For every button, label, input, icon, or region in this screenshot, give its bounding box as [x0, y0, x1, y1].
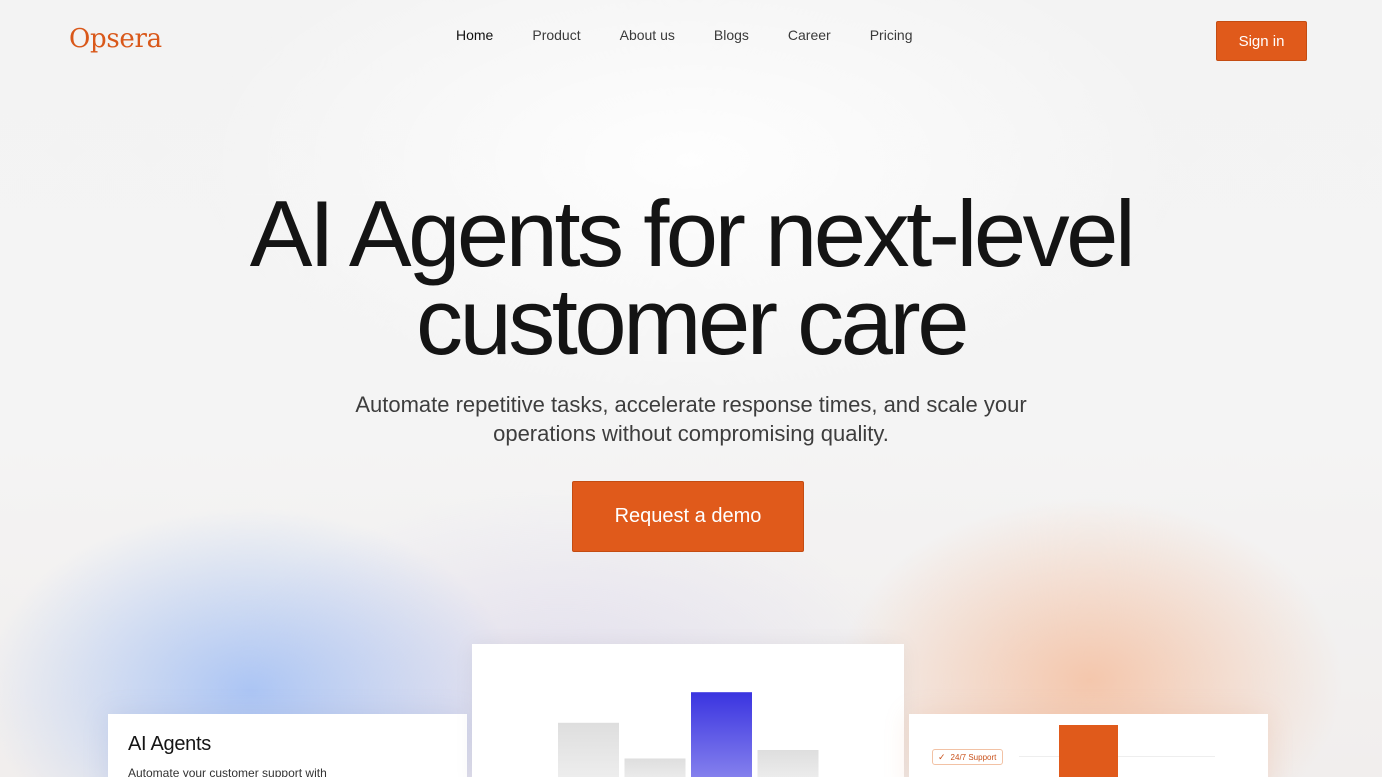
bar-chart — [558, 692, 819, 777]
chart-bar — [624, 758, 686, 777]
hero-subtitle-line-2: operations without compromising quality. — [493, 421, 889, 446]
sign-in-button[interactable]: Sign in — [1216, 21, 1307, 61]
nav-item-home[interactable]: Home — [456, 26, 493, 44]
ai-agents-card: AI Agents Automate your customer support… — [108, 714, 467, 777]
nav-item-career[interactable]: Career — [788, 26, 831, 44]
top-nav: Opsera Home Product About us Blogs Caree… — [0, 0, 1382, 80]
hero-title: AI Agents for next-level customer care — [0, 181, 1382, 374]
check-icon: ✓ — [938, 751, 946, 762]
support-badge-label: 24/7 Support — [950, 752, 997, 762]
nav-item-blogs[interactable]: Blogs — [714, 26, 749, 44]
request-demo-button[interactable]: Request a demo — [572, 481, 804, 552]
chart-bar — [558, 722, 619, 777]
support-badge: ✓ 24/7 Support — [932, 749, 1004, 765]
ai-agents-card-description: Automate your customer support with — [128, 766, 327, 777]
nav-item-product[interactable]: Product — [532, 26, 580, 44]
ai-agents-card-title: AI Agents — [128, 733, 211, 755]
hero-subtitle-line-1: Automate repetitive tasks, accelerate re… — [355, 392, 1027, 417]
hero-subtitle: Automate repetitive tasks, accelerate re… — [0, 390, 1382, 448]
nav-item-pricing[interactable]: Pricing — [870, 26, 913, 44]
hero-title-line-2: customer care — [415, 269, 970, 374]
nav-item-about-us[interactable]: About us — [620, 26, 675, 44]
support-card: ✓ 24/7 Support — [909, 714, 1268, 777]
bar-chart-card — [472, 644, 904, 777]
hero-title-line-1: AI Agents for next-level — [249, 181, 1136, 286]
orange-bar — [1059, 725, 1118, 777]
brand-logo[interactable]: Opsera — [69, 24, 162, 54]
chart-bar — [757, 750, 819, 777]
chart-bar-highlight — [691, 692, 752, 777]
nav-links: Home Product About us Blogs Career Prici… — [456, 26, 952, 44]
